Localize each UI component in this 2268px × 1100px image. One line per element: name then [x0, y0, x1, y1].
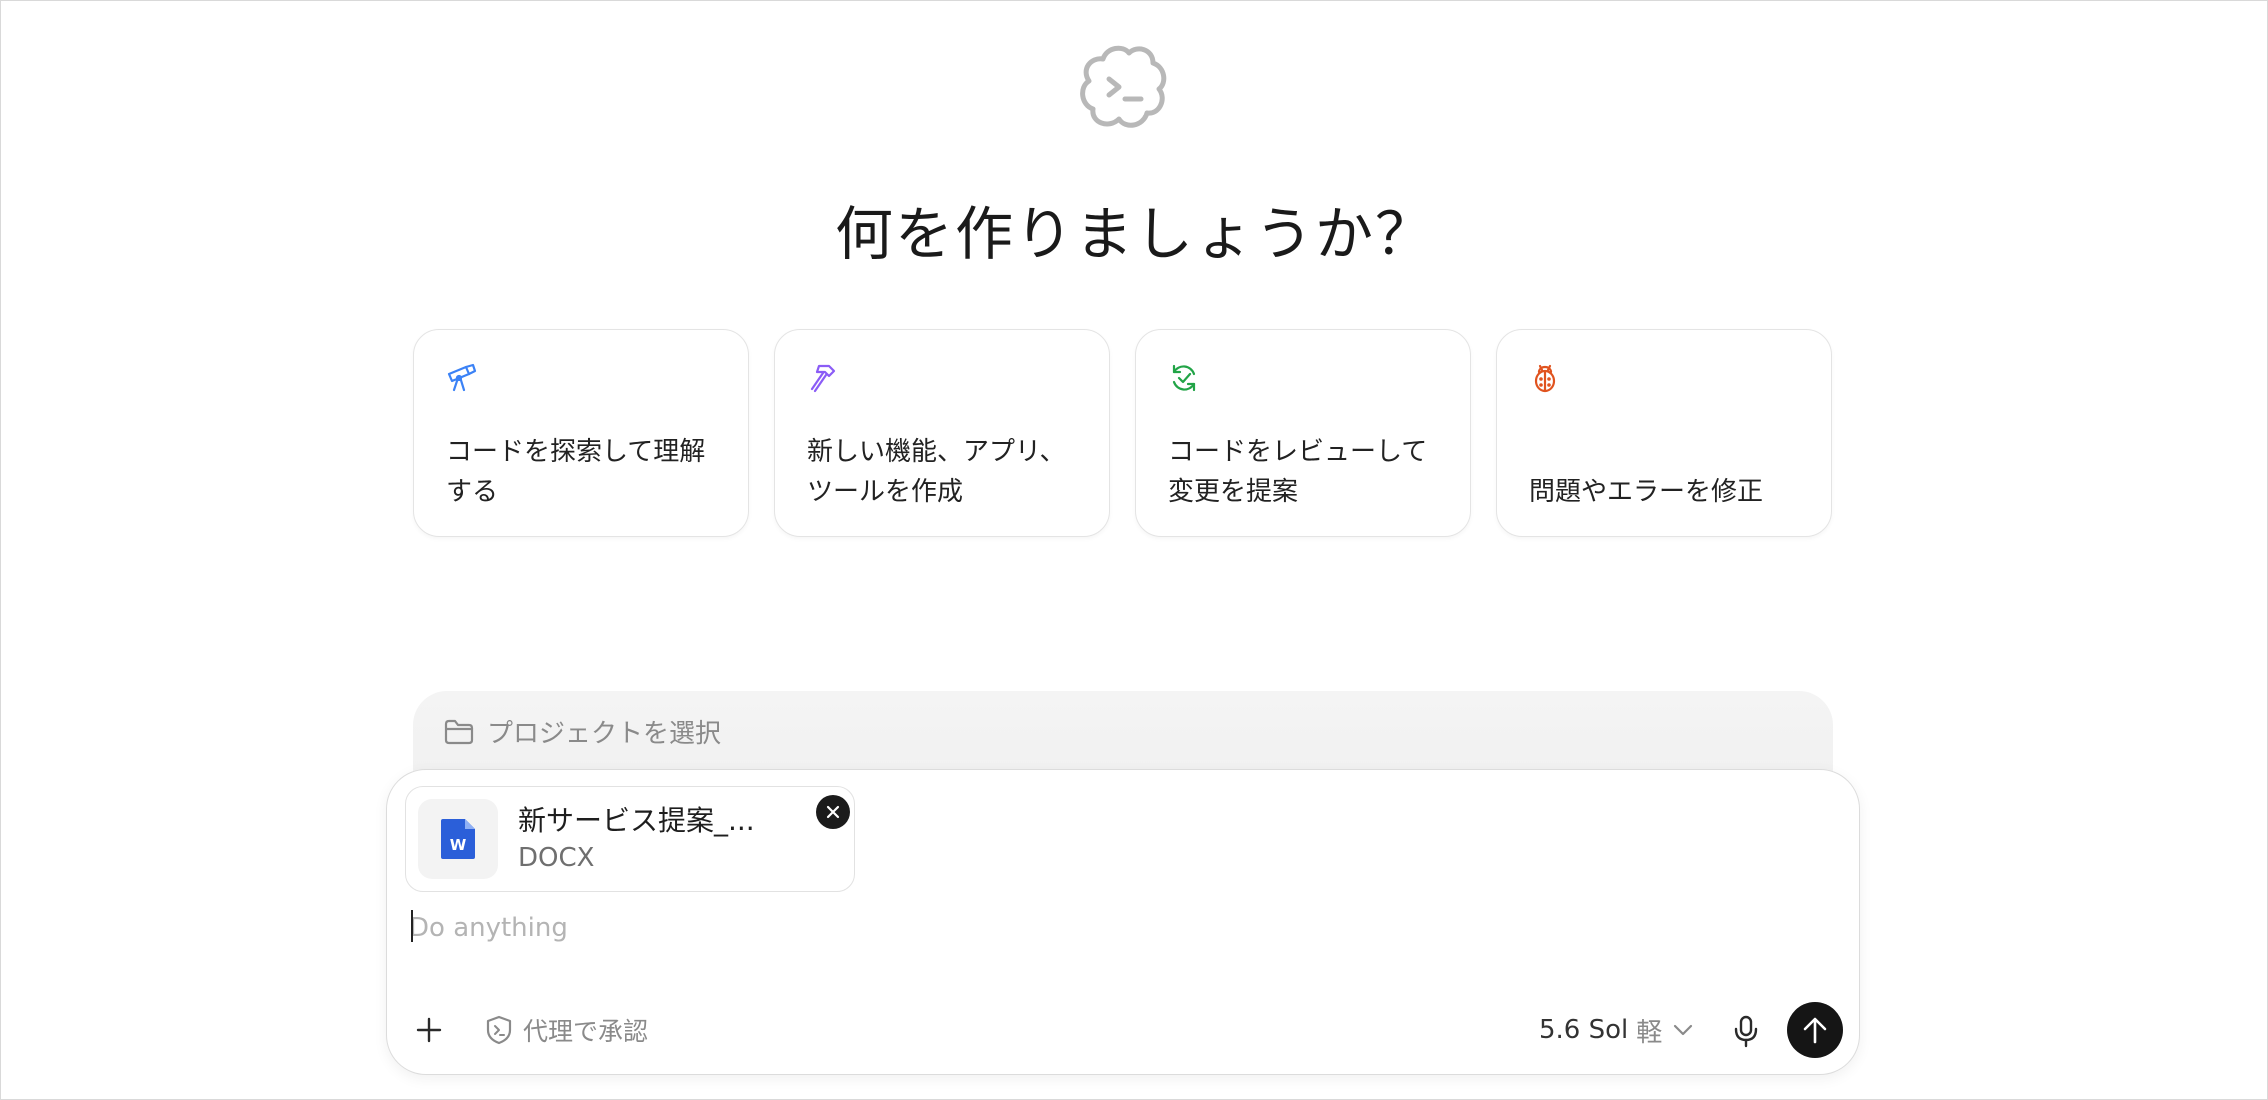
microphone-button[interactable]: [1731, 1014, 1761, 1048]
word-document-icon: W: [418, 799, 498, 879]
close-icon: [826, 805, 840, 819]
model-effort: 軽: [1636, 1017, 1663, 1048]
suggestion-label: コードを探索して理解する: [446, 437, 706, 507]
send-button[interactable]: [1787, 1002, 1843, 1058]
model-selector[interactable]: 5.6 Sol 軽: [1539, 1010, 1694, 1050]
suggestion-card-create[interactable]: 新しい機能、アプリ、ツールを作成: [774, 329, 1110, 537]
microphone-icon: [1734, 1015, 1758, 1048]
approval-mode-label: 代理で承認: [523, 1017, 649, 1046]
page-title: 何を作りましょうか？: [834, 200, 1435, 268]
bug-icon: [1527, 360, 1563, 396]
suggestion-label: 問題やエラーを修正: [1529, 477, 1764, 507]
chevron-down-icon: [1674, 1024, 1693, 1036]
attachment-file-type: DOCX: [518, 843, 595, 873]
app-window: 何を作りましょうか？ コードを探索して理解する 新しい機能、アプリ、ツールを作成…: [0, 0, 2268, 1100]
hammer-icon: [805, 360, 841, 396]
plus-icon: [416, 1017, 442, 1043]
suggestion-card-review[interactable]: コードをレビューして変更を提案: [1135, 329, 1471, 537]
remove-attachment-button[interactable]: [816, 795, 850, 829]
refresh-check-icon: [1166, 360, 1202, 396]
model-name: 5.6 Sol: [1539, 1015, 1629, 1045]
suggestion-card-explore[interactable]: コードを探索して理解する: [413, 329, 749, 537]
text-cursor: [411, 910, 413, 942]
prompt-composer: W 新サービス提案_... DOCX 代理で承認: [386, 769, 1860, 1075]
attachment-chip[interactable]: W 新サービス提案_... DOCX: [405, 786, 855, 892]
folder-icon: [443, 718, 475, 746]
suggestion-label: 新しい機能、アプリ、ツールを作成: [807, 437, 1066, 507]
add-button[interactable]: [413, 1014, 445, 1046]
suggestion-card-fix[interactable]: 問題やエラーを修正: [1496, 329, 1832, 537]
project-selector-label: プロジェクトを選択: [487, 719, 722, 749]
arrow-up-icon: [1803, 1017, 1827, 1044]
suggestion-label: コードをレビューして変更を提案: [1168, 437, 1428, 507]
approval-mode-button[interactable]: 代理で承認: [485, 1010, 648, 1050]
telescope-icon: [444, 360, 480, 396]
shield-terminal-icon: [486, 1015, 512, 1045]
svg-text:W: W: [450, 836, 467, 854]
prompt-input[interactable]: [409, 906, 1809, 950]
terminal-cloud-logo-icon: [1073, 37, 1173, 137]
attachment-file-name: 新サービス提案_...: [518, 804, 755, 837]
